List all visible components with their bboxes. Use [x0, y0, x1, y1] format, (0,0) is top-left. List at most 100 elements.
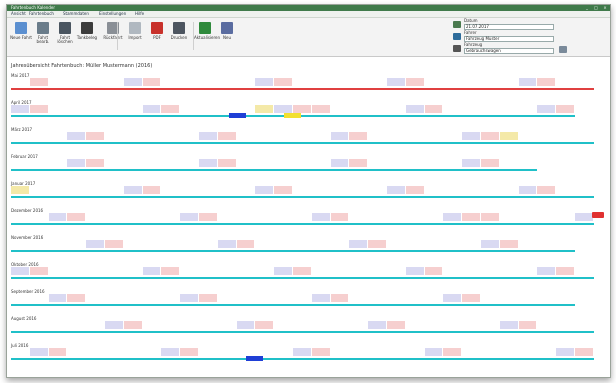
- day-cell[interactable]: [142, 186, 161, 198]
- day-cell[interactable]: [575, 213, 593, 225]
- day-cell[interactable]: [481, 348, 499, 360]
- day-cell[interactable]: [387, 78, 405, 90]
- day-cell[interactable]: [311, 213, 330, 225]
- new-trip-button[interactable]: Neue Fahrt: [10, 22, 32, 40]
- day-cell[interactable]: [274, 213, 292, 225]
- day-cell[interactable]: [425, 159, 443, 171]
- day-cell[interactable]: [67, 186, 85, 198]
- day-cell[interactable]: [161, 348, 180, 360]
- day-cell[interactable]: [575, 132, 593, 144]
- day-cell[interactable]: [218, 213, 236, 225]
- day-cell[interactable]: [180, 186, 198, 198]
- day-cell[interactable]: [161, 294, 179, 306]
- day-cell[interactable]: [424, 267, 443, 279]
- day-cell[interactable]: [142, 78, 161, 90]
- day-cell[interactable]: [368, 78, 386, 90]
- day-cell[interactable]: [387, 105, 405, 117]
- day-cell[interactable]: [349, 321, 367, 333]
- day-cell[interactable]: [331, 348, 349, 360]
- day-cell[interactable]: [274, 105, 292, 117]
- day-cell[interactable]: [312, 321, 330, 333]
- day-cell[interactable]: [443, 159, 461, 171]
- day-cell[interactable]: [293, 78, 311, 90]
- day-cell[interactable]: [293, 348, 311, 360]
- day-cell[interactable]: [443, 78, 461, 90]
- day-cell[interactable]: [537, 267, 556, 279]
- day-cell[interactable]: [86, 267, 104, 279]
- day-cell[interactable]: [105, 105, 123, 117]
- day-cell[interactable]: [405, 105, 424, 117]
- day-cell[interactable]: [274, 186, 292, 198]
- day-cell[interactable]: [105, 78, 123, 90]
- day-cell[interactable]: [406, 240, 424, 252]
- day-cell[interactable]: [518, 186, 537, 198]
- day-cell[interactable]: [29, 348, 48, 360]
- day-cell[interactable]: [443, 348, 462, 360]
- day-cell[interactable]: [255, 78, 274, 90]
- day-cell[interactable]: [11, 132, 29, 144]
- day-cell[interactable]: [86, 78, 104, 90]
- day-cell[interactable]: [274, 132, 292, 144]
- day-cell[interactable]: [255, 213, 273, 225]
- day-cell[interactable]: [105, 267, 123, 279]
- day-cell[interactable]: [575, 321, 593, 333]
- day-cell[interactable]: [67, 105, 85, 117]
- day-cell[interactable]: [406, 321, 424, 333]
- day-cell[interactable]: [143, 321, 161, 333]
- day-cell[interactable]: [143, 240, 161, 252]
- day-cell[interactable]: [105, 213, 123, 225]
- day-cell[interactable]: [518, 321, 537, 333]
- day-cell[interactable]: [124, 159, 142, 171]
- day-cell[interactable]: [387, 186, 405, 198]
- menu-item-stammdaten[interactable]: Stammdaten: [63, 11, 89, 17]
- day-cell[interactable]: [519, 213, 537, 225]
- day-cell[interactable]: [180, 240, 198, 252]
- day-cell[interactable]: [537, 321, 555, 333]
- fuel-receipt-button[interactable]: Tankbeleg: [76, 22, 98, 40]
- day-cell[interactable]: [11, 321, 29, 333]
- day-cell[interactable]: [11, 78, 29, 90]
- day-cell[interactable]: [500, 213, 518, 225]
- day-cell[interactable]: [311, 105, 330, 117]
- day-cell[interactable]: [30, 159, 48, 171]
- day-cell[interactable]: [11, 159, 29, 171]
- day-cell[interactable]: [124, 267, 142, 279]
- day-cell[interactable]: [500, 348, 518, 360]
- day-cell[interactable]: [349, 267, 367, 279]
- day-cell[interactable]: [161, 186, 179, 198]
- day-cell[interactable]: [49, 132, 67, 144]
- day-cell[interactable]: [556, 213, 574, 225]
- day-cell[interactable]: [499, 240, 518, 252]
- day-cell[interactable]: [312, 78, 330, 90]
- day-cell[interactable]: [481, 159, 499, 171]
- day-cell[interactable]: [67, 213, 86, 225]
- day-cell[interactable]: [237, 159, 255, 171]
- day-cell[interactable]: [237, 78, 255, 90]
- day-cell[interactable]: [387, 267, 405, 279]
- day-cell[interactable]: [349, 105, 367, 117]
- day-cell[interactable]: [405, 267, 424, 279]
- vehicle-select[interactable]: Gebrauchswagen: [464, 48, 554, 54]
- day-cell[interactable]: [293, 132, 311, 144]
- day-cell[interactable]: [48, 348, 67, 360]
- day-cell[interactable]: [29, 267, 48, 279]
- day-cell[interactable]: [556, 240, 574, 252]
- day-cell[interactable]: [443, 294, 462, 306]
- day-cell[interactable]: [161, 321, 179, 333]
- day-cell[interactable]: [30, 294, 48, 306]
- day-cell[interactable]: [556, 267, 574, 279]
- day-cell[interactable]: [519, 267, 537, 279]
- day-cell[interactable]: [124, 294, 142, 306]
- day-cell[interactable]: [255, 159, 273, 171]
- day-cell[interactable]: [49, 240, 67, 252]
- day-cell[interactable]: [124, 105, 142, 117]
- day-cell[interactable]: [199, 267, 217, 279]
- day-cell[interactable]: [199, 213, 217, 225]
- day-cell[interactable]: [311, 294, 330, 306]
- day-cell[interactable]: [499, 321, 518, 333]
- day-cell[interactable]: [11, 348, 29, 360]
- alert-badge[interactable]: [592, 212, 604, 218]
- day-cell[interactable]: [199, 186, 217, 198]
- day-cell[interactable]: [556, 186, 574, 198]
- day-cell[interactable]: [30, 186, 48, 198]
